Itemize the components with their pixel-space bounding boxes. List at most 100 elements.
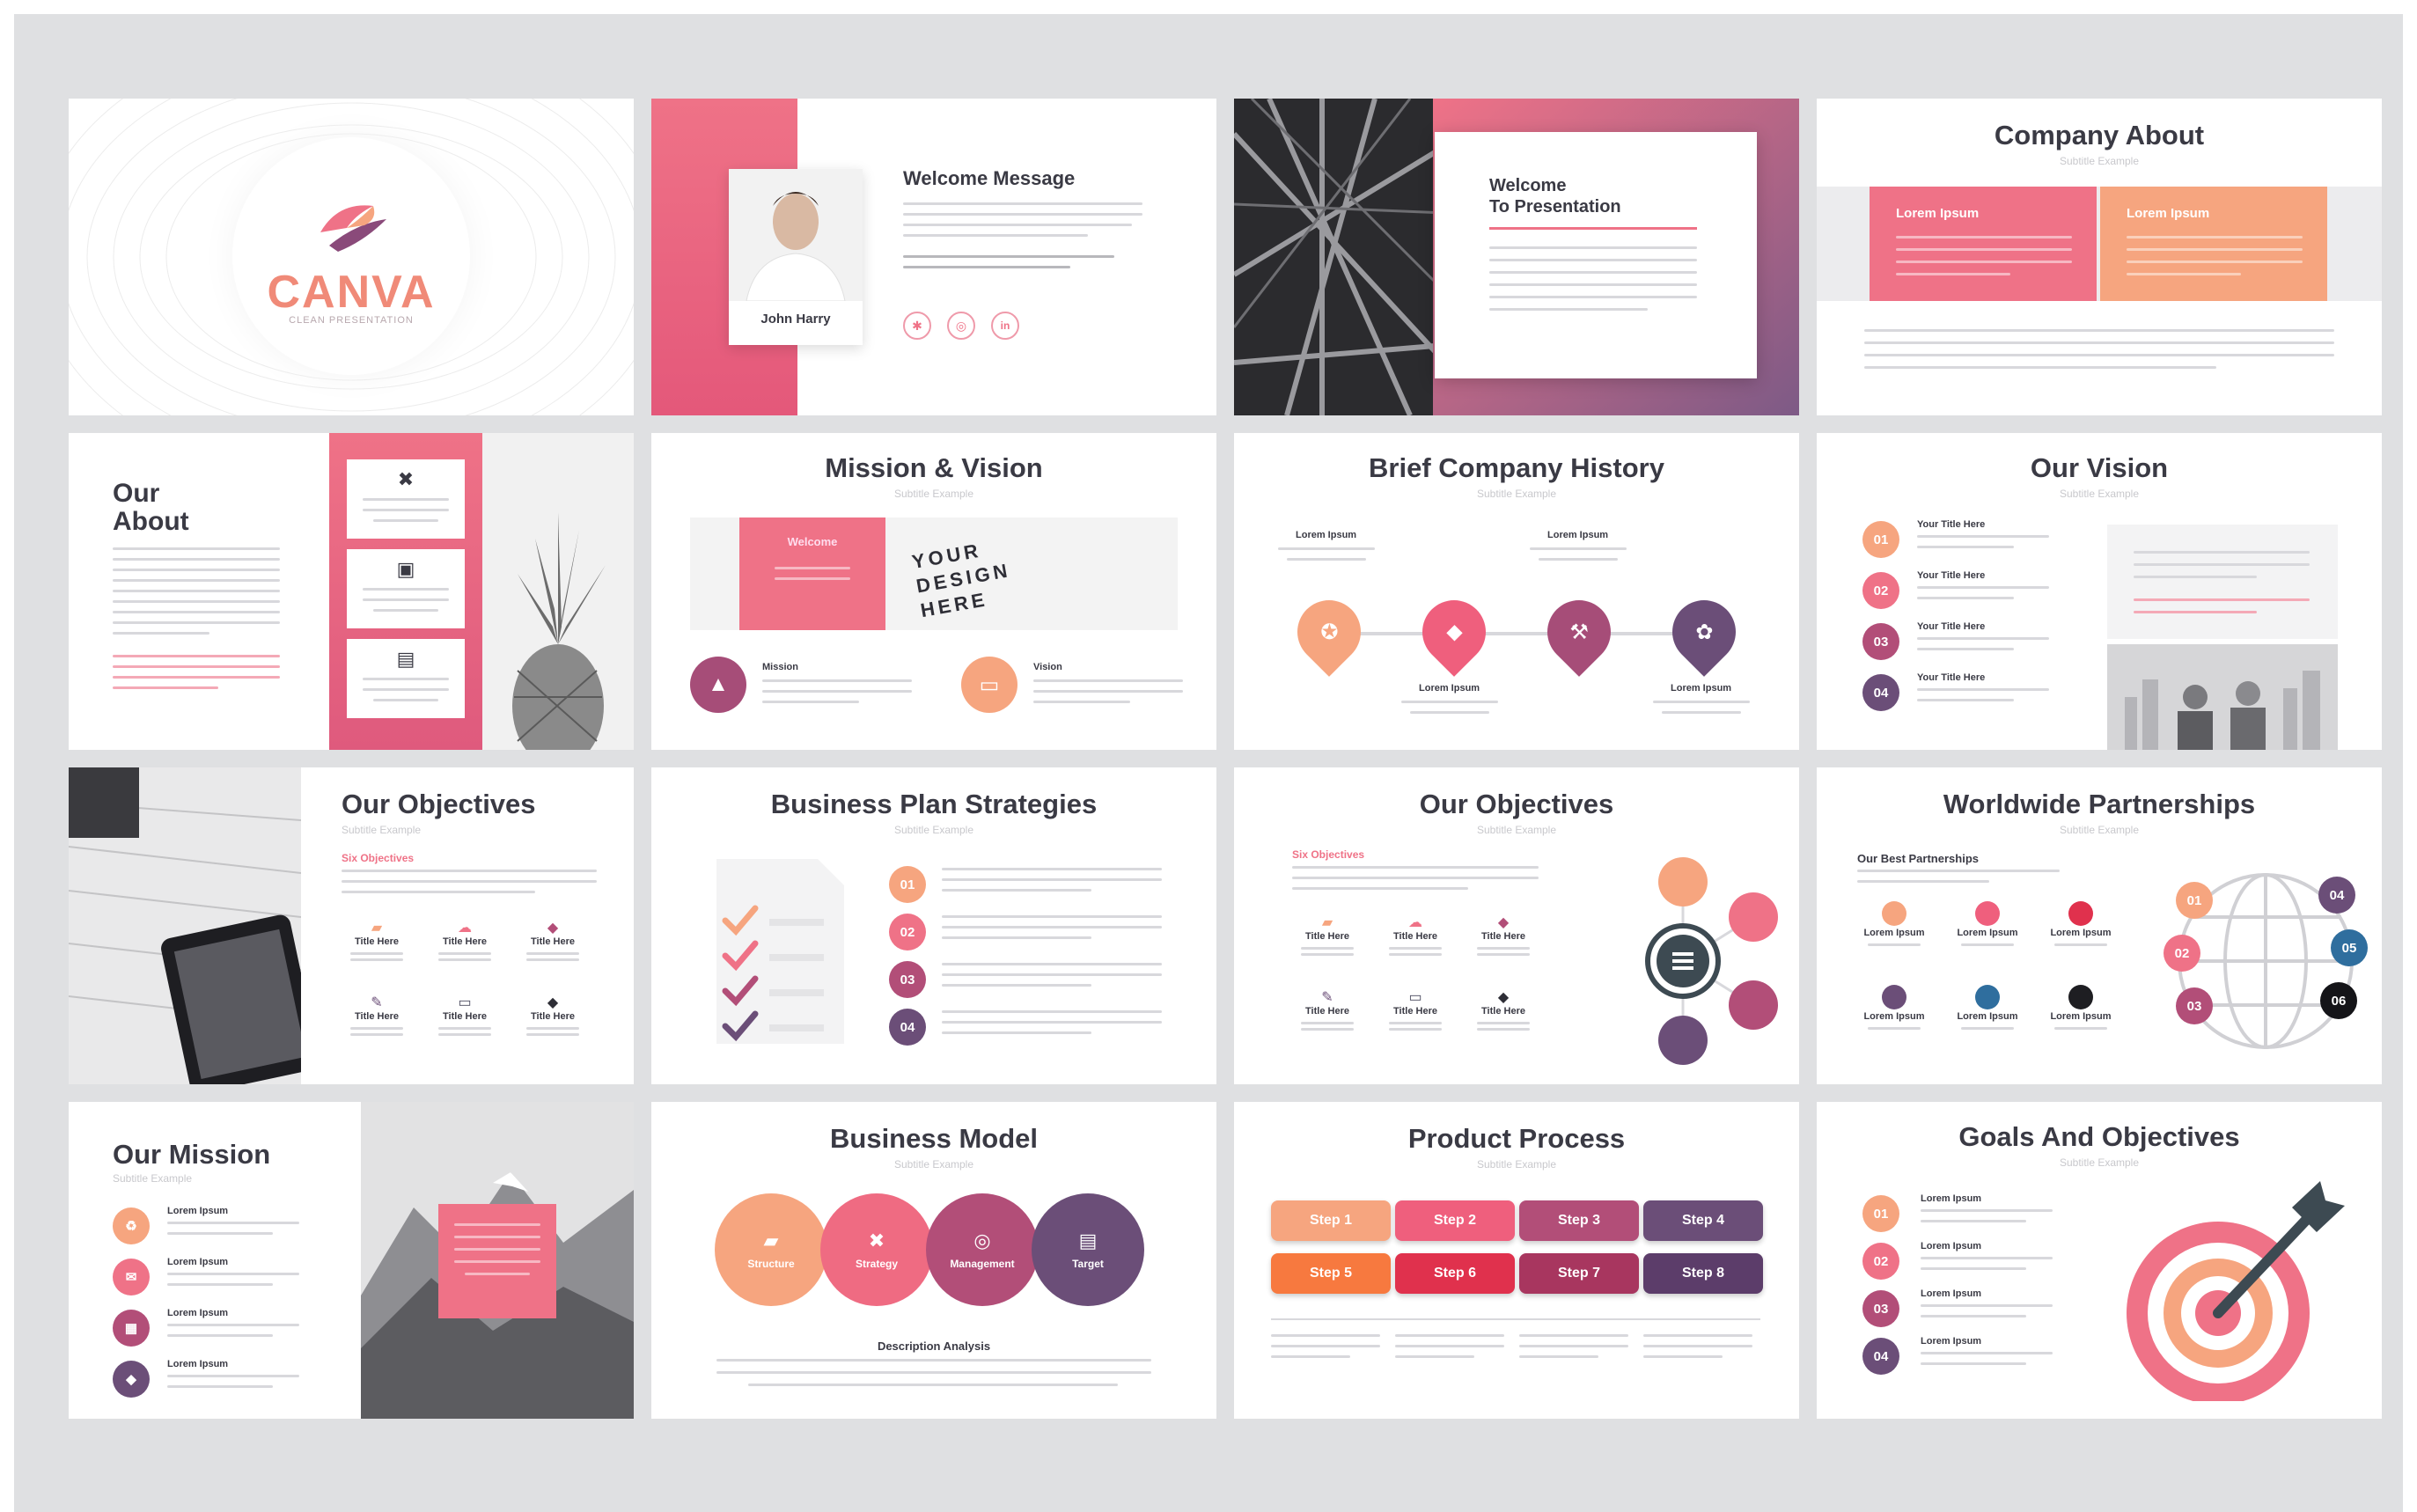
gear-icon xyxy=(2044,983,2118,1011)
brand-tagline: CLEAN PRESENTATION xyxy=(289,315,414,326)
goal-badge-3: 03 xyxy=(1862,1290,1899,1327)
monitor-icon: ▭ xyxy=(1408,990,1422,1005)
partner-item: Lorem Ipsum xyxy=(1950,899,2044,983)
profile-card: John Harry xyxy=(729,169,863,345)
model-circle-management: ◎ Management xyxy=(926,1193,1039,1306)
slide-subtitle: Subtitle Example xyxy=(2059,824,2140,836)
goal-item-title: Lorem Ipsum xyxy=(1921,1193,1982,1204)
vision-label: Vision xyxy=(1033,662,1062,672)
linkedin-icon[interactable]: in xyxy=(991,312,1019,340)
slide-worldwide-partnerships[interactable]: Worldwide Partnerships Subtitle Example … xyxy=(1817,767,2382,1084)
slide-title: Business Plan Strategies xyxy=(770,789,1098,819)
cart-icon xyxy=(1950,983,2024,1011)
about-box-2: Lorem Ipsum xyxy=(2100,187,2327,301)
title-line1: Welcome xyxy=(1489,176,1567,195)
welcome-card: Welcome To Presentation xyxy=(1435,132,1757,378)
instagram-icon[interactable]: ◎ xyxy=(947,312,975,340)
slide-title: Worldwide Partnerships xyxy=(1943,789,2256,819)
slide-title: Goals And Objectives xyxy=(1958,1121,2240,1152)
person-photo xyxy=(729,169,863,302)
slide-business-model[interactable]: Business Model Subtitle Example ▰ Structu… xyxy=(651,1102,1216,1419)
timeline-line xyxy=(1326,632,1709,635)
slide-product-process[interactable]: Product Process Subtitle Example Step 1 … xyxy=(1234,1102,1799,1419)
slide-title: Mission & Vision xyxy=(825,452,1043,483)
slide-title: Company About xyxy=(1994,120,2205,150)
model-circle-target: ▤ Target xyxy=(1032,1193,1144,1306)
process-steps: Step 1 Step 2 Step 3 Step 4 Step 5 Step … xyxy=(1271,1200,1764,1294)
slide-cover[interactable]: CANVA CLEAN PRESENTATION xyxy=(69,99,634,415)
slide-objectives-hub[interactable]: Our Objectives Subtitle Example Six Obje… xyxy=(1234,767,1799,1084)
step-3[interactable]: Step 3 xyxy=(1519,1200,1639,1241)
slide-company-about[interactable]: Company About Subtitle Example Lorem Ips… xyxy=(1817,99,2382,415)
goal-item-title: Lorem Ipsum xyxy=(1921,1288,1982,1299)
target-arrow-icon xyxy=(2127,1181,2345,1401)
slide-subtitle: Subtitle Example xyxy=(893,824,974,836)
slide-our-vision[interactable]: Our Vision Subtitle Example 01 Your Titl… xyxy=(1817,433,2382,750)
vision-item-title: Your Title Here xyxy=(1917,519,1986,530)
slide-business-plan[interactable]: Business Plan Strategies Subtitle Exampl… xyxy=(651,767,1216,1084)
tag-icon: ◆ xyxy=(1497,990,1510,1005)
partner-item: Lorem Ipsum xyxy=(1950,983,2044,1067)
title-line1: Our xyxy=(113,479,160,508)
feature-card-1: ✖ xyxy=(347,459,465,539)
vision-badge-1: 01 xyxy=(1862,521,1899,558)
objective-item: ✎ Title Here xyxy=(342,994,430,1068)
slide-objectives-photo[interactable]: Our Objectives Subtitle Example Six Obje… xyxy=(69,767,634,1084)
step-8[interactable]: Step 8 xyxy=(1643,1253,1763,1294)
slide-title: Our Mission xyxy=(113,1139,271,1170)
slide-title: Our Objectives xyxy=(1419,789,1614,819)
objective-item: ▰ Title Here xyxy=(1292,914,1380,988)
objectives-label: Six Objectives xyxy=(1292,848,1365,861)
step-7[interactable]: Step 7 xyxy=(1519,1253,1639,1294)
slide-company-history[interactable]: Brief Company History Subtitle Example L… xyxy=(1234,433,1799,750)
step-5[interactable]: Step 5 xyxy=(1271,1253,1391,1294)
slide-subtitle: Subtitle Example xyxy=(2059,155,2140,167)
folder-icon: ▰ xyxy=(371,921,383,936)
target-icon: ◎ xyxy=(973,1229,991,1251)
vision-badge-4: 04 xyxy=(1862,674,1899,711)
vision-badge-2: 02 xyxy=(1862,572,1899,609)
slide-mission-vision[interactable]: Mission & Vision Subtitle Example Welcom… xyxy=(651,433,1216,750)
rocket-icon: ✪ xyxy=(1319,620,1339,644)
slide-welcome-presentation[interactable]: Welcome To Presentation xyxy=(1234,99,1799,415)
mission-icon-4: ◆ xyxy=(113,1361,150,1398)
document-icon: ▤ xyxy=(396,648,415,670)
model-circle-strategy: ✖ Strategy xyxy=(820,1193,933,1306)
slide-subtitle: Subtitle Example xyxy=(893,488,974,500)
mission-item-title: Lorem Ipsum xyxy=(167,1308,229,1318)
clipboard-icon: ▤ xyxy=(1078,1229,1098,1251)
vision-text-box xyxy=(2107,525,2338,639)
step-1[interactable]: Step 1 xyxy=(1271,1200,1391,1241)
history-label-4: Lorem Ipsum xyxy=(1671,683,1732,694)
slide-our-about[interactable]: Our About ✖ ▣ ▤ xyxy=(69,433,634,750)
partner-item: Lorem Ipsum xyxy=(2044,899,2137,983)
step-2[interactable]: Step 2 xyxy=(1395,1200,1515,1241)
box-heading: Lorem Ipsum xyxy=(1896,206,1980,221)
step-4[interactable]: Step 4 xyxy=(1643,1200,1763,1241)
feature-card-2: ▣ xyxy=(347,549,465,628)
presentation-template-preview: CANVA CLEAN PRESENTATION John Harry Welc… xyxy=(0,0,2417,1512)
mission-item-title: Lorem Ipsum xyxy=(167,1206,229,1216)
objective-item: ◆ Title Here xyxy=(518,919,606,994)
slide-title: Our Objectives xyxy=(342,789,536,819)
objective-item: ☁ Title Here xyxy=(1380,914,1468,988)
description-caption: Description Analysis xyxy=(877,1340,991,1353)
checklist-icon xyxy=(716,859,844,1044)
objectives-grid: ▰ Title Here ☁ Title Here ◆ Title Here ✎ Tit… xyxy=(1292,914,1556,1063)
objective-item: ◆ Title Here xyxy=(518,994,606,1068)
slide-welcome-message[interactable]: John Harry Welcome Message ✱ ◎ in xyxy=(651,99,1216,415)
chart-icon xyxy=(1857,983,1931,1011)
bulb-icon xyxy=(1857,899,1931,928)
pencil-icon: ✎ xyxy=(1321,990,1333,1005)
globe-badge-5: 05 xyxy=(2331,929,2368,966)
computer-icon: ▣ xyxy=(396,558,415,580)
slide-goals-objectives[interactable]: Goals And Objectives Subtitle Example 01… xyxy=(1817,1102,2382,1419)
slide-subtitle: Subtitle Example xyxy=(2059,1156,2140,1169)
slide-our-mission[interactable]: Our Mission Subtitle Example ♻ Lorem Ips… xyxy=(69,1102,634,1419)
partner-item: Lorem Ipsum xyxy=(1857,899,1950,983)
model-circle-structure: ▰ Structure xyxy=(715,1193,827,1306)
share-icon[interactable]: ✱ xyxy=(903,312,931,340)
step-6[interactable]: Step 6 xyxy=(1395,1253,1515,1294)
globe-badge-2: 02 xyxy=(2164,935,2200,972)
vision-item-title: Your Title Here xyxy=(1917,570,1986,581)
